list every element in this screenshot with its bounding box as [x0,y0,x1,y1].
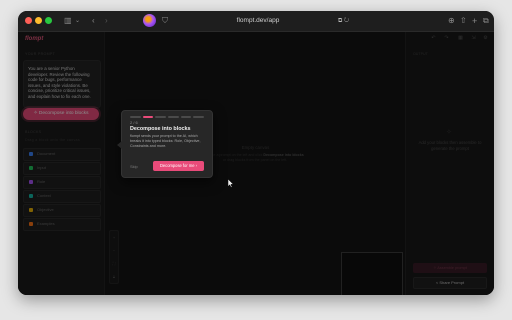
block-item-input[interactable]: Input [23,162,101,175]
onboarding-progress [130,116,205,118]
block-label: Context [37,193,51,198]
empty-canvas-text: Paste a prompt on the left and click Dec… [205,153,305,163]
zoom-in-icon[interactable]: + [110,231,118,244]
output-panel: ↶ ↷ ▦ ⇲ ⚙ Output ✧ Add your blocks then … [405,32,494,295]
arrow-right-icon: › [194,163,198,168]
decompose-for-me-label: Decompose for me [159,163,195,168]
block-label: Document [37,151,56,156]
settings-icon[interactable]: ⚙ [482,35,489,42]
blocks-hint: Drag a block onto the canvas [25,138,80,142]
downloads-icon[interactable]: ⊕ [448,15,455,27]
browser-toolbar: ▥ ⌄ ‹ › ⛉ flompt.dev/app ⧉ ↻ ⊕ ⇧ + ⧉ [18,11,494,32]
left-sidebar: flompt Your prompt You are a senior Pyth… [18,32,105,295]
blocks-section-label: Blocks [25,130,42,134]
block-item-examples[interactable]: Examples [23,218,101,231]
empty-text-highlight: Decompose into blocks [263,153,304,157]
chevron-down-icon[interactable]: ⌄ [75,15,80,27]
app-content: flompt Your prompt You are a senior Pyth… [18,32,494,295]
forward-icon[interactable]: › [105,15,108,27]
new-tab-icon[interactable]: + [472,15,477,27]
site-favicon-icon[interactable] [143,14,156,27]
input-icon [29,166,33,170]
close-window-button[interactable] [25,17,32,24]
address-bar[interactable]: flompt.dev/app [218,16,298,26]
block-label: Examples [37,221,55,226]
block-item-document[interactable]: Document [23,148,101,161]
undo-icon[interactable]: ↶ [430,35,437,42]
zoom-window-button[interactable] [45,17,52,24]
progress-segment [155,116,167,118]
privacy-shield-icon[interactable]: ⛉ [162,15,168,27]
block-label: Role [37,179,46,184]
zoom-out-icon[interactable]: − [110,244,118,257]
progress-segment [168,116,179,118]
role-icon [29,180,33,184]
share-prompt-button[interactable]: < Share Prompt [413,277,487,289]
block-label: Input [37,165,46,170]
minimap[interactable] [341,252,403,295]
app-logo[interactable]: flompt [25,36,43,42]
block-label: Objective [37,207,54,212]
block-item-context[interactable]: Context [23,190,101,203]
examples-icon [29,222,33,226]
objective-icon [29,208,33,212]
canvas-controls: + − ⛶ 🔒︎ [109,230,119,284]
redo-icon[interactable]: ↷ [443,35,450,42]
lock-icon[interactable]: 🔒︎ [110,270,118,283]
assemble-button-label: Assemble prompt [437,266,467,270]
empty-text-part-2: or drag blocks from the panel on the lef… [222,158,288,163]
onboarding-step-counter: 2 / 6 [130,120,138,125]
layout-icon[interactable]: ▦ [457,35,464,42]
back-icon[interactable]: ‹ [92,15,95,27]
progress-segment-active [142,116,154,118]
prompt-input[interactable]: You are a senior Python developer. Revie… [23,60,101,108]
assemble-prompt-button[interactable]: ✧ Assemble prompt [413,263,487,273]
onboarding-title: Decompose into blocks [130,126,191,132]
decompose-for-me-button[interactable]: Decompose for me › [153,161,204,171]
progress-segment [180,116,192,118]
sidebar-toggle-icon[interactable]: ▥ [64,15,72,27]
popover-arrow [117,141,122,149]
block-item-objective[interactable]: Objective [23,204,101,217]
progress-segment [130,116,141,118]
decompose-button-label: Decompose into blocks [38,111,89,116]
decompose-button[interactable]: ✧ Decompose into blocks [23,108,99,120]
onboarding-popover: 2 / 6 Decompose into blocks flompt sends… [117,110,213,178]
progress-segment [193,116,205,118]
prompt-section-label: Your prompt [25,52,56,56]
output-empty-text: Add your blocks then assemble to generat… [418,140,482,151]
export-icon[interactable]: ⇲ [470,35,477,42]
reader-mode-icon[interactable]: ⧉ ↻ [338,16,349,26]
onboarding-description: flompt sends your prompt to the AI, whic… [130,134,201,148]
context-icon [29,194,33,198]
fit-view-icon[interactable]: ⛶ [110,257,118,270]
output-section-label: Output [413,52,428,56]
document-icon [29,152,33,156]
tab-overview-icon[interactable]: ⧉ [483,15,489,27]
mouse-cursor-icon [228,179,234,188]
prompt-text: You are a senior Python developer. Revie… [28,66,91,99]
empty-text-part-1: Paste a prompt on the left and click [206,153,263,157]
share-button-label: Share Prompt [439,280,465,285]
minimize-window-button[interactable] [35,17,42,24]
share-icon[interactable]: ⇧ [460,15,467,27]
skip-button[interactable]: Skip [130,164,138,169]
block-item-role[interactable]: Role [23,176,101,189]
browser-window: ▥ ⌄ ‹ › ⛉ flompt.dev/app ⧉ ↻ ⊕ ⇧ + ⧉ flo… [18,11,494,295]
sparkle-icon: ✧ [446,129,452,136]
